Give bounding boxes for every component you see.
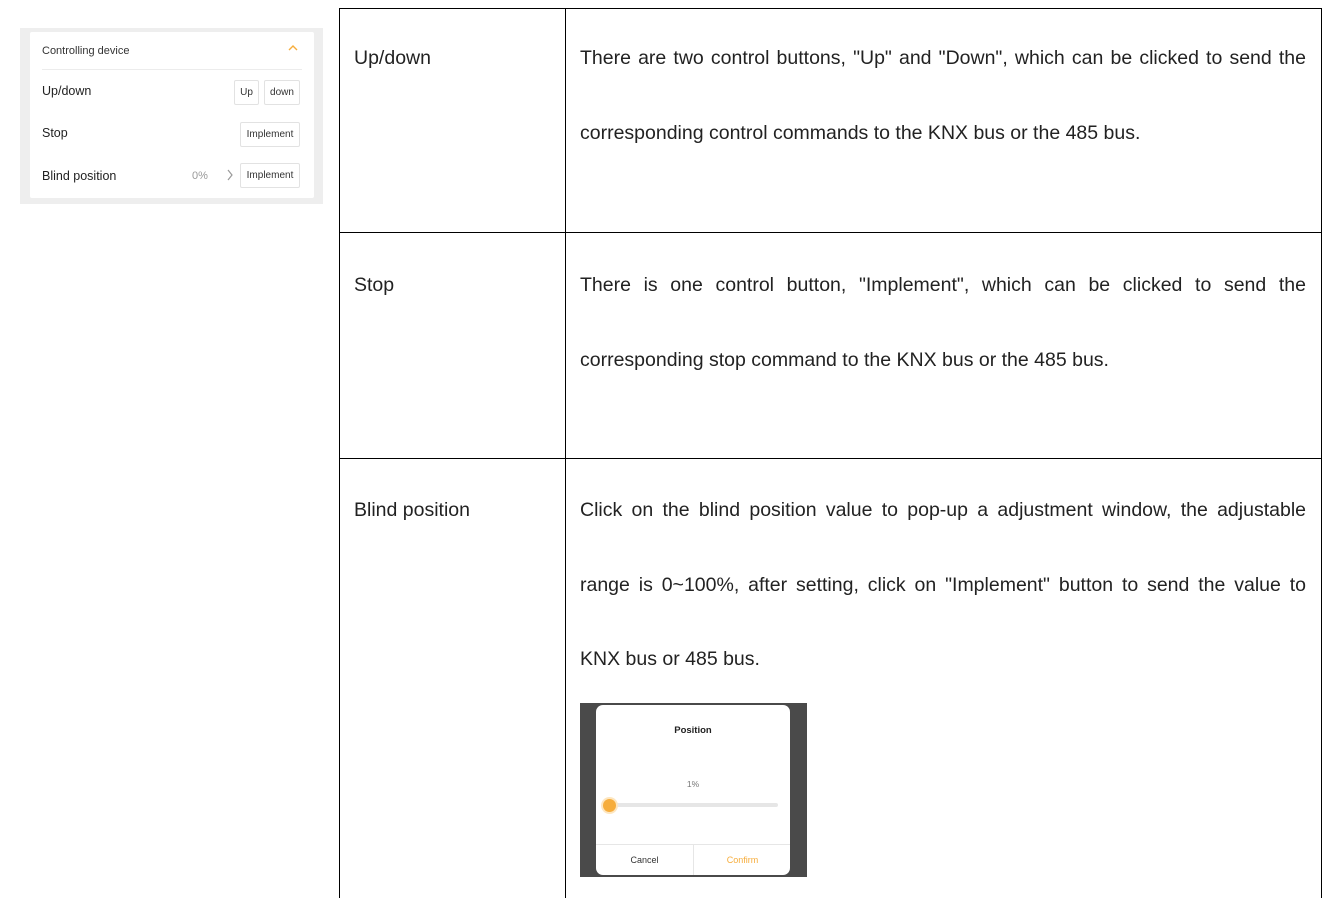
row-description-blind-position: Click on the blind position value to pop…	[580, 499, 1306, 670]
confirm-button[interactable]: Confirm	[694, 845, 791, 875]
cancel-button[interactable]: Cancel	[596, 845, 693, 875]
row-description-up-down: There are two control buttons, "Up" and …	[580, 47, 1306, 144]
slider-handle[interactable]	[603, 799, 616, 812]
row-label-blind-position: Blind position	[42, 169, 117, 183]
table-left-border	[339, 8, 340, 898]
position-popup-screenshot: Position 1% Cancel Confirm	[580, 703, 807, 877]
row-name-stop: Stop	[354, 274, 395, 296]
chevron-up-icon[interactable]	[286, 43, 300, 53]
dialog-title: Position	[674, 725, 712, 736]
panel-divider	[42, 69, 302, 70]
row-description-stop: There is one control button, "Implement"…	[580, 274, 1306, 371]
down-button[interactable]: down	[264, 80, 300, 105]
table-row-divider	[339, 232, 1322, 233]
position-implement-button[interactable]: Implement	[240, 163, 300, 188]
row-label-stop: Stop	[42, 126, 68, 140]
slider-track[interactable]	[606, 803, 778, 807]
chevron-right-icon[interactable]	[226, 169, 234, 181]
table-column-divider	[565, 8, 566, 898]
controlling-device-panel: Controlling device Up/down Up down Stop …	[30, 32, 314, 198]
up-button[interactable]: Up	[234, 80, 259, 105]
row-label-up-down: Up/down	[42, 84, 92, 98]
row-name-blind-position: Blind position	[354, 499, 470, 521]
blind-position-value[interactable]: 0%	[192, 170, 208, 182]
table-row-divider	[339, 458, 1322, 459]
panel-header: Controlling device	[42, 45, 130, 57]
row-name-up-down: Up/down	[354, 47, 431, 69]
table-top-border	[339, 8, 1322, 9]
stop-implement-button[interactable]: Implement	[240, 122, 300, 147]
slider-value: 1%	[686, 779, 700, 789]
position-dialog: Position 1% Cancel Confirm	[596, 705, 790, 875]
